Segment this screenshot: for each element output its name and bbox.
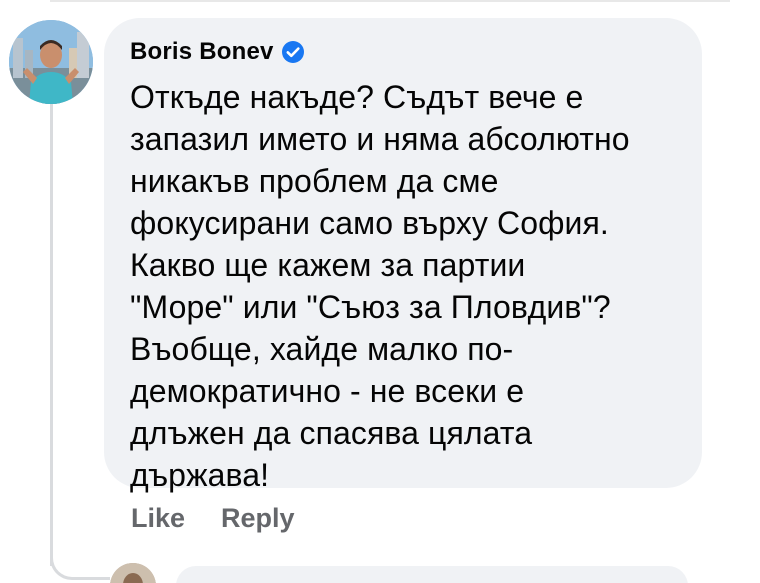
divider (50, 0, 730, 2)
comment-bubble: Boris Bonev Откъде накъде? Съдът вече е … (104, 18, 702, 493)
thread-connector-line (50, 96, 53, 566)
reply-avatar[interactable] (110, 563, 156, 583)
verified-badge-icon (281, 40, 305, 64)
reply-avatar-photo (110, 563, 156, 583)
reply-button[interactable]: Reply (221, 503, 295, 534)
author-row: Boris Bonev (130, 36, 682, 68)
thread-connector-curve (50, 540, 110, 580)
comment-actions: Like Reply (131, 503, 331, 534)
author-name[interactable]: Boris Bonev (130, 38, 274, 66)
avatar[interactable] (9, 20, 93, 104)
like-button[interactable]: Like (131, 503, 185, 534)
comment-thread: Boris Bonev Откъде накъде? Съдът вече е … (0, 0, 760, 583)
reply-comment-bubble (176, 566, 688, 583)
avatar-photo (9, 20, 93, 104)
comment-text: Откъде накъде? Съдът вече е запазил имет… (130, 79, 630, 493)
